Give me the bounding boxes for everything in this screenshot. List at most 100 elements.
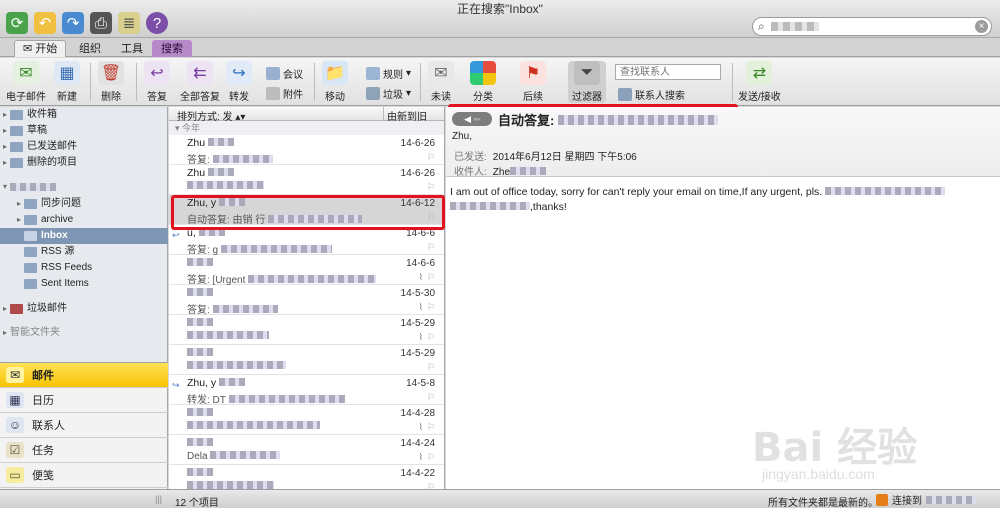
- reply-all-button[interactable]: ⇇ 全部答复: [180, 61, 220, 103]
- flag-icon[interactable]: ⚐: [427, 182, 435, 193]
- move-button[interactable]: 📁 移动: [322, 61, 348, 103]
- message-date: 14-5-29: [400, 318, 435, 329]
- sync-status: 所有文件夹都是最新的。: [768, 498, 878, 508]
- message-row[interactable]: Zhu, y 14-6-12 自动答复: 由销 行 ⚐: [169, 195, 444, 226]
- categorize-icon: [470, 61, 496, 85]
- follow-up-button[interactable]: ⚑ 后续: [520, 61, 546, 103]
- search-input[interactable]: ⌕ ×: [752, 17, 992, 36]
- folder-inbox[interactable]: ▸ 收件箱: [0, 107, 168, 123]
- forward-icon: ↪: [226, 61, 252, 85]
- message-row[interactable]: 14-4-28 ⌇ ⚐: [169, 405, 444, 435]
- expand-icon[interactable]: ▸: [0, 325, 10, 341]
- folder-inbox-account[interactable]: Inbox: [0, 228, 168, 244]
- expand-icon[interactable]: ▸: [14, 196, 24, 212]
- nav-mail[interactable]: ✉ 邮件: [0, 363, 168, 388]
- message-subject-preview: [187, 331, 269, 342]
- message-row[interactable]: 14-5-29 ⚐: [169, 345, 444, 375]
- flag-icon[interactable]: ⚐: [427, 362, 435, 373]
- reply-arrows-icon[interactable]: ◀ ◦◦: [452, 112, 492, 126]
- expand-icon[interactable]: ▸: [0, 155, 10, 171]
- unread-button[interactable]: ✉ 未读: [428, 61, 454, 103]
- collapse-icon[interactable]: ▾: [0, 179, 10, 195]
- categorize-button[interactable]: 分类: [470, 61, 496, 103]
- flag-icon[interactable]: ⚐: [427, 152, 435, 163]
- message-subject-preview: 答复: g: [187, 241, 332, 256]
- nav-contacts[interactable]: ☺ 联系人: [0, 413, 168, 438]
- reply-all-icon: ⇇: [187, 61, 213, 85]
- filter-button[interactable]: ⏷ 过滤器: [568, 61, 606, 103]
- account-header[interactable]: ▾: [0, 179, 168, 195]
- expand-icon[interactable]: ▸: [0, 301, 10, 317]
- folder-sent-items[interactable]: Sent Items: [0, 276, 168, 292]
- message-row[interactable]: 14-5-29 ⌇ ⚐: [169, 315, 444, 345]
- flag-icon[interactable]: ⚐: [427, 422, 435, 433]
- message-row[interactable]: 14-5-30 答复: ⌇ ⚐: [169, 285, 444, 316]
- group-header[interactable]: ▾ 今年: [169, 121, 444, 135]
- tab-home[interactable]: ✉ 开始: [14, 40, 67, 57]
- flag-icon[interactable]: ⚐: [427, 452, 435, 463]
- message-row[interactable]: 14-6-6 答复: [Urgent ⌇ ⚐: [169, 255, 444, 286]
- rules-button[interactable]: 规则 ▾: [366, 66, 411, 81]
- folder-icon: [24, 263, 37, 273]
- flag-icon[interactable]: ⚐: [427, 212, 435, 223]
- flag-icon[interactable]: ⚐: [427, 392, 435, 403]
- message-row[interactable]: Zhu 14-6-26 答复: ⚐: [169, 135, 444, 166]
- clear-search-icon[interactable]: ×: [975, 20, 988, 33]
- flag-icon[interactable]: ⚐: [427, 242, 435, 253]
- delete-button[interactable]: 🗑 删除: [98, 61, 124, 103]
- forward-button[interactable]: ↪ 转发: [226, 61, 252, 103]
- trash-icon: 🗑: [98, 61, 124, 85]
- message-date: 14-6-6: [406, 228, 435, 239]
- flag-icon[interactable]: ⚐: [427, 272, 435, 283]
- message-row[interactable]: Zhu 14-6-26 ⚐: [169, 165, 444, 195]
- new-email-button[interactable]: ✉ 电子邮件: [6, 61, 46, 103]
- message-row[interactable]: ↩ u, 14-6-6 答复: g ⚐: [169, 225, 444, 256]
- message-row[interactable]: ↪ Zhu, y 14-5-8 转发: DT ⚐: [169, 375, 444, 406]
- sent-folder-icon: [10, 142, 23, 152]
- send-receive-button[interactable]: ⇄ 发送/接收: [738, 61, 781, 103]
- flag-icon[interactable]: ⚐: [427, 302, 435, 313]
- message-row[interactable]: 14-4-22 ⚐: [169, 465, 444, 489]
- flag-icon[interactable]: ⚐: [427, 482, 435, 489]
- message-subject-preview: 答复:: [187, 151, 273, 166]
- new-item-button[interactable]: ▦ 新建: [54, 61, 80, 103]
- expand-icon[interactable]: ▸: [0, 123, 10, 139]
- folder-sent[interactable]: ▸ 已发送邮件: [0, 139, 168, 155]
- expand-icon[interactable]: ▸: [0, 107, 10, 123]
- folder-sync-issues[interactable]: ▸ 同步问题: [0, 196, 168, 212]
- notes-icon: ▭: [6, 467, 24, 483]
- nav-tasks[interactable]: ☑ 任务: [0, 438, 168, 463]
- reply-button[interactable]: ↩ 答复: [144, 61, 170, 103]
- message-subject-preview: [187, 181, 264, 192]
- tab-search[interactable]: 搜索: [152, 40, 192, 57]
- tab-organize[interactable]: 组织: [70, 40, 110, 57]
- meeting-button[interactable]: 会议: [266, 66, 303, 81]
- search-query-blurred: [771, 22, 819, 31]
- folder-rss-feeds[interactable]: RSS Feeds: [0, 260, 168, 276]
- tab-tools[interactable]: 工具: [112, 40, 152, 57]
- attachment-button[interactable]: 附件: [266, 86, 303, 101]
- folder-rss-source[interactable]: RSS 源: [0, 244, 168, 260]
- folder-junk[interactable]: ▸ 垃圾邮件: [0, 301, 168, 317]
- junk-button[interactable]: 垃圾 ▾: [366, 86, 411, 101]
- folder-drafts[interactable]: ▸ 草稿: [0, 123, 168, 139]
- message-date: 14-5-30: [400, 288, 435, 299]
- expand-icon[interactable]: ▸: [14, 212, 24, 228]
- expand-icon[interactable]: ▸: [0, 139, 10, 155]
- message-date: 14-4-22: [400, 468, 435, 479]
- message-row[interactable]: 14-4-24 Dela ⌇ ⚐: [169, 435, 444, 465]
- contact-search-button[interactable]: 联系人搜索: [618, 87, 685, 102]
- folder-archive[interactable]: ▸ archive: [0, 212, 168, 228]
- attachment-icon: ⌇: [418, 332, 423, 342]
- smart-folders-header[interactable]: ▸ 智能文件夹: [0, 325, 168, 341]
- nav-notes[interactable]: ▭ 便笺: [0, 463, 168, 488]
- forwarded-icon: ↪: [172, 380, 180, 390]
- meeting-icon: [266, 67, 280, 80]
- flag-icon[interactable]: ⚐: [427, 332, 435, 343]
- pane-resize-handle[interactable]: |||: [155, 494, 162, 504]
- folder-deleted[interactable]: ▸ 删除的项目: [0, 155, 168, 171]
- attachment-icon: ⌇: [418, 272, 423, 282]
- calendar-icon: ▦: [6, 392, 24, 408]
- nav-calendar[interactable]: ▦ 日历: [0, 388, 168, 413]
- contact-search-input[interactable]: [615, 64, 721, 80]
